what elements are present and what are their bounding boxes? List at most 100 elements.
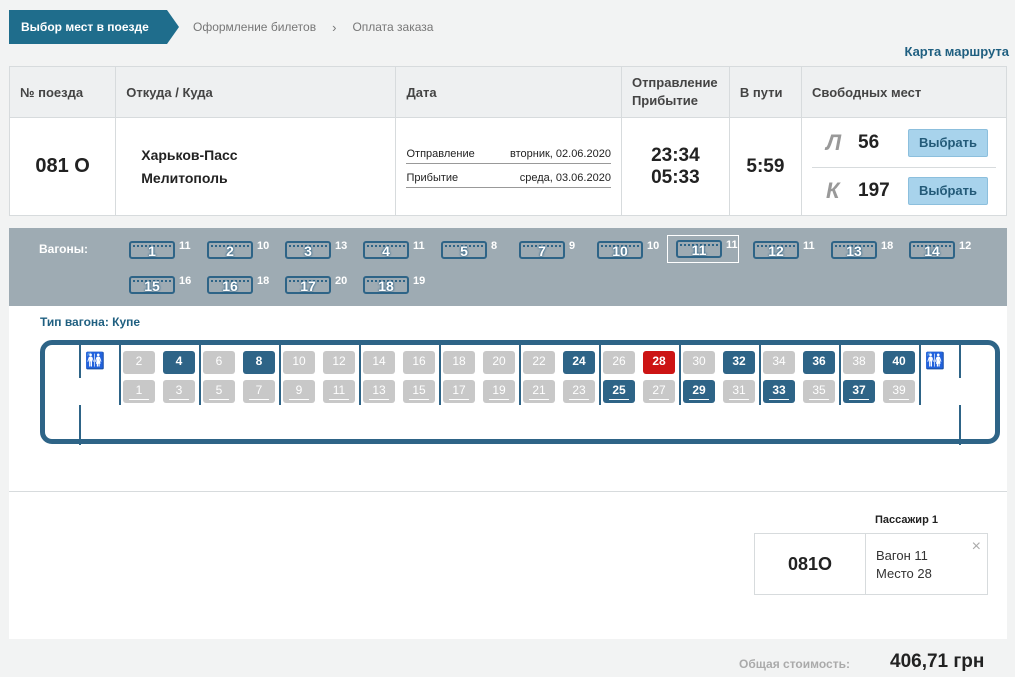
departure-label: Отправление [406, 148, 475, 160]
seat-33[interactable]: 33 [763, 380, 795, 403]
header-duration: В пути [728, 66, 803, 118]
wagon-13[interactable]: 13 18 [831, 237, 903, 263]
header-date: Дата [395, 66, 622, 118]
wagons-label: Вагоны: [39, 242, 89, 256]
seat-24[interactable]: 24 [563, 351, 595, 374]
crumb-payment[interactable]: Оплата заказа [352, 20, 433, 34]
seat-31: 31 [723, 380, 755, 403]
wagon-11[interactable]: 11 11 [667, 235, 739, 263]
wagon-number: 2 [226, 243, 234, 259]
compartment-divider [439, 345, 441, 405]
seat-23: 23 [563, 380, 595, 403]
compartment-divider [959, 405, 961, 445]
seat-40[interactable]: 40 [883, 351, 915, 374]
seat-14: 14 [363, 351, 395, 374]
class-row-lux: Л 56 Выбрать [812, 119, 996, 167]
train-number: 081 О [8, 117, 117, 216]
passenger-info: Вагон 11 Место 28 [876, 547, 932, 583]
seat-12: 12 [323, 351, 355, 374]
times-cell: 23:34 05:33 [620, 117, 730, 216]
wagon-4[interactable]: 4 11 [363, 237, 435, 263]
wagon-2[interactable]: 2 10 [207, 237, 279, 263]
seat-26: 26 [603, 351, 635, 374]
date-cell: Отправление вторник, 02.06.2020 Прибытие… [395, 117, 622, 216]
wagon-3[interactable]: 3 13 [285, 237, 357, 263]
seat-25[interactable]: 25 [603, 380, 635, 403]
seat-28[interactable]: 28 [643, 351, 675, 374]
seat-27: 27 [643, 380, 675, 403]
select-kupe-button[interactable]: Выбрать [908, 177, 988, 205]
compartment-divider [599, 345, 601, 405]
chevron-right-icon: › [332, 19, 337, 35]
compartment-divider [759, 345, 761, 405]
seat-30: 30 [683, 351, 715, 374]
compartment-divider [279, 345, 281, 405]
toilet-icon: 🚻 [85, 353, 105, 370]
from-to-cell: Харьков-Пасс Мелитополь [115, 117, 397, 216]
breadcrumb: Выбор мест в поезде Оформление билетов ›… [9, 10, 433, 44]
wagon-16[interactable]: 16 18 [207, 272, 279, 298]
wagon-1[interactable]: 1 11 [129, 237, 201, 263]
seat-34: 34 [763, 351, 795, 374]
header-free: Свободных мест [801, 66, 1007, 118]
wagon-number: 15 [144, 278, 160, 294]
station-to: Мелитополь [141, 169, 228, 186]
wagon-free-count: 20 [335, 275, 348, 287]
wagon-free-count: 18 [257, 275, 270, 287]
wagon-free-count: 10 [257, 240, 270, 252]
travel-duration: 5:59 [728, 117, 803, 216]
wagon-free-count: 18 [881, 240, 894, 252]
wagon-number: 10 [612, 243, 628, 259]
seat-1: 1 [123, 380, 155, 403]
wagon-14[interactable]: 14 12 [909, 237, 981, 263]
route-map-link[interactable]: Карта маршрута [904, 44, 1009, 59]
seat-5: 5 [203, 380, 235, 403]
close-icon[interactable]: × [972, 538, 981, 556]
seat-2: 2 [123, 351, 155, 374]
seat-29[interactable]: 29 [683, 380, 715, 403]
toilet-icon: 🚻 [925, 353, 945, 370]
seat-16: 16 [403, 351, 435, 374]
wagon-type-label: Тип вагона: Купе [40, 315, 141, 329]
wagon-number: 14 [924, 243, 940, 259]
seat-7: 7 [243, 380, 275, 403]
passenger-title: Пассажир 1 [875, 514, 938, 526]
arrival-label: Прибытие [406, 172, 459, 184]
free-seats-cell: Л 56 Выбрать К 197 Выбрать [801, 117, 1007, 216]
wagon-number: 17 [300, 278, 316, 294]
seat-39: 39 [883, 380, 915, 403]
crumb-seat-selection[interactable]: Выбор мест в поезде [9, 10, 179, 44]
seat-37[interactable]: 37 [843, 380, 875, 403]
wagon-number: 16 [222, 278, 238, 294]
wagon-15[interactable]: 15 16 [129, 272, 201, 298]
seat-15: 15 [403, 380, 435, 403]
arrival-date: среда, 03.06.2020 [519, 172, 611, 184]
wagon-5[interactable]: 58 [441, 237, 513, 263]
compartment-divider [839, 345, 841, 405]
seat-32[interactable]: 32 [723, 351, 755, 374]
class-code: Л [826, 129, 842, 155]
seat-18: 18 [443, 351, 475, 374]
wagon-10[interactable]: 10 10 [597, 237, 669, 263]
compartment-divider [359, 345, 361, 405]
seat-8[interactable]: 8 [243, 351, 275, 374]
seat-10: 10 [283, 351, 315, 374]
free-count: 197 [858, 180, 890, 201]
wagon-7[interactable]: 79 [519, 237, 591, 263]
compartment-divider [679, 345, 681, 405]
wagon-12[interactable]: 12 11 [753, 237, 825, 263]
header-from-to: Откуда / Куда [115, 66, 397, 118]
wagon-17[interactable]: 17 20 [285, 272, 357, 298]
seat-36[interactable]: 36 [803, 351, 835, 374]
crumb-ticket-registration[interactable]: Оформление билетов [193, 20, 316, 34]
passenger-seat: Место 28 [876, 566, 932, 581]
wagon-18[interactable]: 18 19 [363, 272, 435, 298]
wagon-free-count: 11 [413, 240, 425, 252]
wagon-number: 5 [460, 243, 468, 259]
station-from: Харьков-Пасс [141, 146, 238, 163]
compartment-divider [119, 345, 121, 405]
seat-4[interactable]: 4 [163, 351, 195, 374]
compartment-divider [959, 345, 961, 378]
select-lux-button[interactable]: Выбрать [908, 128, 988, 157]
class-code: К [826, 178, 840, 203]
